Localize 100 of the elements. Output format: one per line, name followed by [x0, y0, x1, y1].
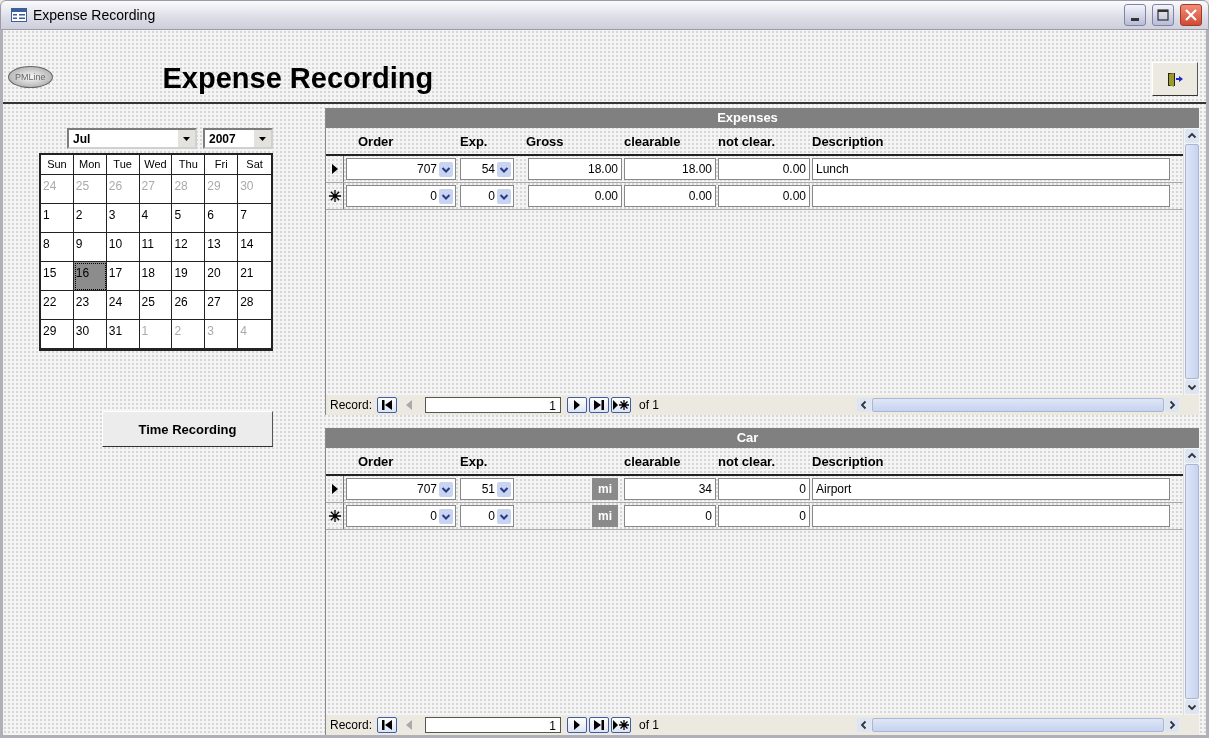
calendar-day[interactable]: 7 [238, 204, 271, 233]
calendar-day[interactable]: 20 [205, 262, 239, 291]
weekday-header: Thu [172, 155, 206, 175]
scroll-down-icon [1184, 700, 1199, 714]
description-field[interactable] [812, 505, 1170, 527]
column-heading: Description [812, 453, 885, 469]
description-field[interactable]: Lunch [812, 158, 1170, 180]
gross-field[interactable]: 18.00 [528, 158, 622, 180]
scroll-up-icon [1184, 449, 1199, 463]
not-clearable-field[interactable]: 0 [718, 505, 810, 527]
first-record-icon [381, 720, 394, 730]
calendar-day[interactable]: 11 [139, 233, 173, 262]
weekday-header: Fri [205, 155, 239, 175]
section-header: Expenses [326, 108, 1199, 128]
calendar-day[interactable]: 27 [205, 291, 239, 320]
section-header: Car [326, 428, 1199, 448]
close-button[interactable] [1180, 4, 1202, 26]
calendar-day[interactable]: 10 [106, 233, 140, 262]
calendar-day[interactable]: 5 [172, 204, 206, 233]
calendar-day[interactable]: 30 [73, 320, 107, 349]
calendar-day[interactable]: 15 [41, 262, 74, 291]
clearable-field[interactable]: 34 [624, 478, 716, 500]
gross-field[interactable]: 0.00 [528, 185, 622, 207]
current-record-icon [330, 483, 339, 495]
order-combo[interactable]: 0 [346, 185, 456, 207]
calendar-day[interactable]: 18 [139, 262, 173, 291]
expense-type-combo[interactable]: 54 [460, 158, 514, 180]
expense-type-combo[interactable]: 51 [460, 478, 514, 500]
calendar-day[interactable]: 19 [172, 262, 206, 291]
not-clearable-field[interactable]: 0.00 [718, 185, 810, 207]
previous-record-icon [405, 400, 414, 410]
horizontal-scrollbar[interactable] [857, 717, 1179, 733]
clearable-field[interactable]: 0 [624, 505, 716, 527]
calendar-day[interactable]: 8 [41, 233, 74, 262]
calendar-day[interactable]: 16 [73, 262, 107, 291]
description-field[interactable]: Airport [812, 478, 1170, 500]
calendar-day[interactable]: 28 [238, 291, 271, 320]
calendar-day[interactable]: 31 [106, 320, 140, 349]
calendar-day[interactable]: 21 [238, 262, 271, 291]
calendar-day[interactable]: 13 [205, 233, 239, 262]
not-clearable-field[interactable]: 0 [718, 478, 810, 500]
first-record-button[interactable] [377, 717, 398, 733]
next-record-icon [573, 720, 582, 730]
column-heading: Exp. [460, 133, 489, 149]
record-selector[interactable] [326, 183, 344, 209]
calendar-day[interactable]: 1 [41, 204, 74, 233]
calendar-day[interactable]: 12 [172, 233, 206, 262]
weekday-header: Sat [238, 155, 271, 175]
next-record-button[interactable] [567, 717, 588, 733]
clearable-field[interactable]: 0.00 [624, 185, 716, 207]
minimize-icon [1131, 17, 1139, 21]
month-dropdown[interactable]: Jul [67, 128, 197, 149]
calendar-day[interactable]: 24 [106, 291, 140, 320]
calendar-day[interactable]: 4 [139, 204, 173, 233]
calendar-day[interactable]: 14 [238, 233, 271, 262]
order-combo[interactable]: 707 [346, 478, 456, 500]
order-combo[interactable]: 707 [346, 158, 456, 180]
time-recording-button[interactable]: Time Recording [102, 411, 273, 447]
column-heading: clearable [624, 453, 682, 469]
calendar-day[interactable]: 29 [41, 320, 74, 349]
vertical-scrollbar[interactable] [1183, 128, 1199, 395]
calendar-day[interactable]: 6 [205, 204, 239, 233]
minimize-button[interactable] [1124, 4, 1146, 26]
first-record-button[interactable] [377, 397, 398, 413]
scroll-left-icon [857, 718, 871, 732]
calendar-day[interactable]: 23 [73, 291, 107, 320]
description-field[interactable] [812, 185, 1170, 207]
record-selector[interactable] [326, 503, 344, 529]
last-record-button[interactable] [589, 397, 610, 413]
clearable-field[interactable]: 18.00 [624, 158, 716, 180]
column-heading: Order [357, 133, 395, 149]
expense-type-combo[interactable]: 0 [460, 185, 514, 207]
expense-type-combo[interactable]: 0 [460, 505, 514, 527]
new-record-icon [328, 510, 341, 522]
new-record-icon [328, 190, 341, 202]
maximize-button[interactable] [1152, 4, 1174, 26]
exit-button[interactable] [1152, 62, 1198, 96]
record-label: Record: [330, 398, 373, 412]
horizontal-scrollbar[interactable] [857, 397, 1179, 413]
current-record-icon [330, 163, 339, 175]
not-clearable-field[interactable]: 0.00 [718, 158, 810, 180]
last-record-button[interactable] [589, 717, 610, 733]
calendar-day[interactable]: 2 [73, 204, 107, 233]
record-number-field[interactable]: 1 [425, 717, 562, 733]
new-record-button[interactable] [611, 717, 632, 733]
previous-record-icon [405, 720, 414, 730]
next-record-button[interactable] [567, 397, 588, 413]
record-number-field[interactable]: 1 [425, 397, 562, 413]
calendar-day[interactable]: 22 [41, 291, 74, 320]
calendar-day[interactable]: 3 [106, 204, 140, 233]
year-dropdown[interactable]: 2007 [203, 128, 273, 149]
scroll-right-icon [1165, 398, 1179, 412]
column-heading: Exp. [460, 453, 489, 469]
order-combo[interactable]: 0 [346, 505, 456, 527]
vertical-scrollbar[interactable] [1183, 448, 1199, 715]
column-heading: not clear. [718, 453, 777, 469]
calendar-day[interactable]: 17 [106, 262, 140, 291]
calendar-day[interactable]: 25 [139, 291, 173, 320]
calendar-day[interactable]: 26 [172, 291, 206, 320]
new-record-button[interactable] [611, 397, 632, 413]
